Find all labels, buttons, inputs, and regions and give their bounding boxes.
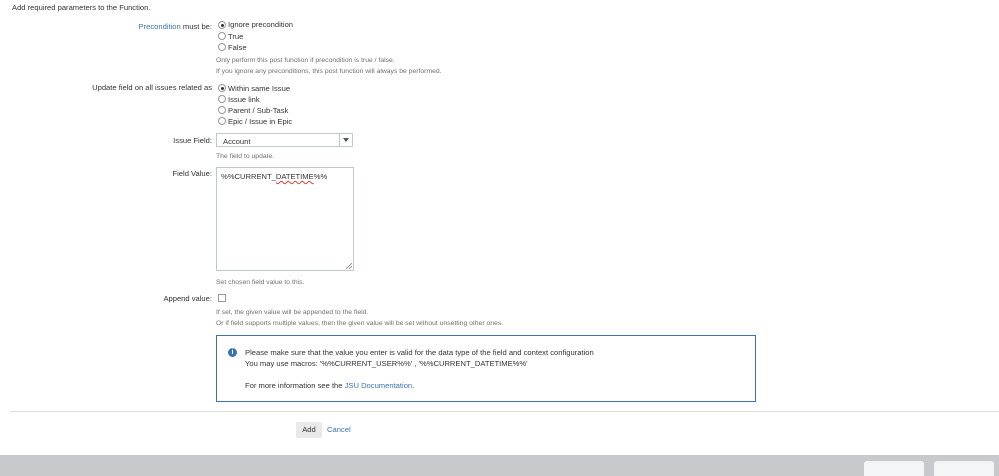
radio-label-within-same-issue: Within same Issue xyxy=(228,84,291,93)
jsu-documentation-link[interactable]: JSU Documentation xyxy=(345,381,413,390)
footer-button-2[interactable] xyxy=(934,461,994,476)
radio-parent-subtask[interactable] xyxy=(218,106,226,114)
info-line-2: You may use macros: '%%CURRENT_USER%%' ,… xyxy=(245,359,528,368)
radio-label-epic-issue: Epic / Issue in Epic xyxy=(228,117,293,126)
add-button[interactable]: Add xyxy=(296,422,322,438)
radio-epic-issue[interactable] xyxy=(218,117,226,125)
update-related-label: Update field on all issues related as xyxy=(92,83,212,92)
radio-label-issue-link: Issue link xyxy=(228,95,260,104)
chevron-down-icon xyxy=(343,138,349,142)
resize-handle-icon[interactable] xyxy=(346,263,352,269)
radio-within-same-issue[interactable] xyxy=(218,84,226,92)
precondition-label-rest: must be: xyxy=(182,22,212,31)
dialog-footer xyxy=(0,455,999,476)
radio-label-true: True xyxy=(228,32,244,41)
radio-issue-link[interactable] xyxy=(218,95,226,103)
append-value-checkbox[interactable] xyxy=(218,294,226,302)
info-line-3-suffix: . xyxy=(412,381,415,390)
intro-text: Add required parameters to the Function. xyxy=(12,3,151,12)
info-message: i Please make sure that the value you en… xyxy=(216,335,756,402)
radio-label-ignore-precondition: Ignore precondition xyxy=(228,20,294,29)
field-value-help: Set chosen field value to this. xyxy=(216,279,305,286)
field-value-text: %%CURRENT_DATETIME%% xyxy=(221,172,327,181)
info-line-1: Please make sure that the value you ente… xyxy=(245,348,594,357)
radio-label-parent-subtask: Parent / Sub-Task xyxy=(228,106,289,115)
append-help-2: Or if field supports multiple values, th… xyxy=(216,320,504,327)
info-icon: i xyxy=(228,348,237,357)
field-value-prefix: %%CURRENT_ xyxy=(221,172,276,181)
radio-label-false: False xyxy=(228,43,247,52)
field-value-label: Field Value: xyxy=(172,169,212,178)
precondition-label: Precondition must be: xyxy=(60,22,212,31)
precondition-help-2: If you ignore any preconditions, this po… xyxy=(216,68,442,75)
append-help-1: If set, the given value will be appended… xyxy=(216,309,369,316)
issue-field-select-value: Account xyxy=(223,137,251,146)
divider xyxy=(10,411,999,412)
issue-field-help: The field to update. xyxy=(216,153,275,160)
footer-button-1[interactable] xyxy=(864,461,924,476)
precondition-link[interactable]: Precondition xyxy=(139,22,181,31)
field-value-misspelled: DATETIME xyxy=(275,172,314,181)
cancel-link[interactable]: Cancel xyxy=(327,422,351,438)
radio-ignore-precondition[interactable] xyxy=(218,21,226,29)
field-value-suffix: %% xyxy=(313,172,328,181)
dropdown-arrow[interactable] xyxy=(339,134,352,146)
info-line-3-prefix: For more information see the xyxy=(245,381,345,390)
radio-false[interactable] xyxy=(218,43,226,51)
precondition-help-1: Only perform this post function if preco… xyxy=(216,57,395,64)
append-value-label: Append value: xyxy=(163,294,212,303)
issue-field-select[interactable]: Account xyxy=(216,133,353,147)
field-value-textarea[interactable]: %%CURRENT_DATETIME%% xyxy=(216,167,354,271)
radio-true[interactable] xyxy=(218,32,226,40)
issue-field-label: Issue Field: xyxy=(173,136,212,145)
info-line-3: For more information see the JSU Documen… xyxy=(245,381,414,390)
